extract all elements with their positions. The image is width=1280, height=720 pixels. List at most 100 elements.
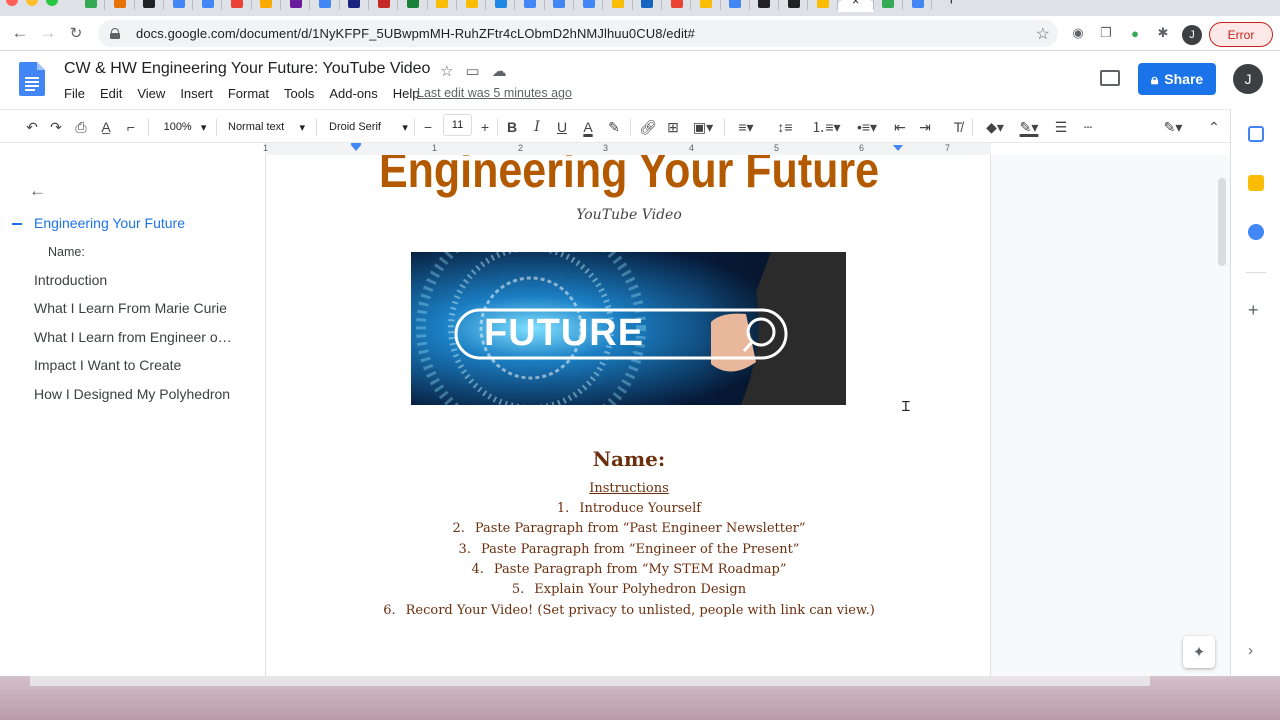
menu-insert[interactable]: Insert [180, 86, 213, 101]
document-subtitle[interactable]: YouTube Video [266, 207, 990, 223]
instruction-step[interactable]: 2. Paste Paragraph from “Past Engineer Ne… [266, 521, 990, 536]
collapse-menus-icon[interactable]: ⌃ [1206, 117, 1222, 137]
document-title[interactable]: CW & HW Engineering Your Future: YouTube… [64, 60, 430, 78]
browser-tab[interactable] [252, 0, 282, 12]
forward-arrow-icon[interactable]: → [34, 19, 62, 47]
print-icon[interactable]: ⎙ [73, 117, 89, 137]
menu-addons[interactable]: Add-ons [329, 86, 377, 101]
close-window-button[interactable] [6, 0, 18, 6]
browser-tab[interactable] [662, 0, 692, 12]
active-browser-tab[interactable]: × [837, 0, 874, 12]
document-heading[interactable]: Engineering Your Future [317, 155, 941, 199]
border-dash-icon[interactable]: ┄ [1079, 117, 1097, 137]
text-color-icon[interactable]: A [580, 117, 596, 137]
extension-green-icon[interactable]: ● [1126, 24, 1144, 42]
browser-tab[interactable] [340, 0, 370, 12]
future-image[interactable]: FUTURE [411, 252, 846, 405]
cloud-status-icon[interactable]: ☁ [492, 62, 507, 80]
zoom-window-button[interactable] [46, 0, 58, 6]
menu-view[interactable]: View [137, 86, 165, 101]
instructions-title[interactable]: Instructions [266, 481, 990, 496]
insert-comment-icon[interactable]: ⊞ [665, 117, 681, 137]
editing-mode-icon[interactable]: ✎▾ [1160, 117, 1186, 137]
undo-icon[interactable]: ↶ [24, 117, 40, 137]
browser-tab[interactable] [310, 0, 340, 12]
browser-profile-avatar[interactable]: J [1182, 25, 1202, 45]
horizontal-ruler[interactable]: 1 1 2 3 4 5 6 7 [263, 143, 991, 155]
numbered-list-icon[interactable]: ⒈≡▾ [810, 117, 842, 137]
outline-item-impact[interactable]: Impact I Want to Create [34, 357, 181, 373]
account-avatar[interactable]: J [1233, 64, 1263, 94]
spellcheck-icon[interactable]: A̲ [98, 117, 114, 137]
instruction-step[interactable]: 4. Paste Paragraph from “My STEM Roadmap” [266, 562, 990, 577]
browser-tab[interactable] [515, 0, 546, 12]
calendar-icon[interactable] [1248, 126, 1264, 142]
browser-tab[interactable] [281, 0, 311, 12]
increase-font-size-button[interactable]: + [478, 117, 492, 137]
extension-layers-icon[interactable]: ❐ [1097, 24, 1115, 42]
extension-circle-icon[interactable]: ◉ [1069, 24, 1087, 42]
browser-tab[interactable] [135, 0, 165, 12]
comment-history-icon[interactable] [1100, 70, 1120, 86]
menu-tools[interactable]: Tools [284, 86, 314, 101]
browser-tab[interactable] [222, 0, 253, 12]
close-tab-icon[interactable]: × [852, 0, 860, 12]
menu-format[interactable]: Format [228, 86, 269, 101]
document-page[interactable]: Engineering Your Future YouTube Video FU… [265, 155, 991, 676]
instruction-step[interactable]: 5. Explain Your Polyhedron Design [266, 582, 990, 597]
align-icon[interactable]: ≡▾ [733, 117, 759, 137]
instruction-step[interactable]: 3. Paste Paragraph from “Engineer of the … [266, 542, 990, 557]
back-arrow-icon[interactable]: ← [6, 19, 34, 47]
font-size-input[interactable]: 11 [443, 114, 472, 136]
browser-tab[interactable] [193, 0, 223, 12]
browser-tab[interactable] [603, 0, 633, 12]
browser-tab[interactable] [808, 0, 839, 12]
underline-icon[interactable]: U [554, 117, 570, 137]
paint-format-icon[interactable]: ⌐ [123, 117, 139, 137]
browser-tab[interactable] [721, 0, 751, 12]
outline-item-marie-curie[interactable]: What I Learn From Marie Curie [34, 300, 227, 316]
border-width-icon[interactable]: ☰ [1052, 117, 1070, 137]
outline-item-engineering-your-future[interactable]: Engineering Your Future [34, 215, 185, 231]
menu-help[interactable]: Help [393, 86, 420, 101]
browser-tab[interactable] [105, 0, 135, 12]
bold-icon[interactable]: B [504, 117, 520, 137]
menu-edit[interactable]: Edit [100, 86, 122, 101]
browser-tab[interactable] [545, 0, 575, 12]
outline-item-engineer-present[interactable]: What I Learn from Engineer o… [34, 329, 232, 345]
menu-file[interactable]: File [64, 86, 85, 101]
explore-icon[interactable]: ✦ [1183, 636, 1215, 668]
new-tab-button[interactable]: + [946, 0, 956, 8]
style-select[interactable]: Normal text ▾ [228, 117, 310, 137]
instruction-step[interactable]: 6. Record Your Video! (Set privacy to unl… [266, 603, 990, 618]
decrease-indent-icon[interactable]: ⇤ [891, 117, 909, 137]
clear-formatting-icon[interactable]: T̸ [949, 117, 967, 137]
fill-color-icon[interactable]: ◆▾ [981, 117, 1009, 137]
minimize-window-button[interactable] [26, 0, 38, 6]
tasks-icon[interactable] [1248, 224, 1264, 240]
browser-tab[interactable] [750, 0, 780, 12]
last-edit-link[interactable]: Last edit was 5 minutes ago [417, 86, 572, 100]
share-button[interactable]: 🔒︎ Share [1138, 63, 1216, 95]
zoom-select[interactable]: 100% ▾ [160, 117, 210, 137]
italic-icon[interactable]: I [529, 117, 545, 137]
document-canvas[interactable]: Engineering Your Future YouTube Video FU… [265, 155, 1230, 676]
omnibox[interactable]: docs.google.com/document/d/1NyKFPF_5UBwp… [98, 20, 1058, 47]
document-scrollbar[interactable] [1218, 178, 1226, 266]
border-color-icon[interactable]: ✎▾ [1015, 117, 1043, 137]
increase-indent-icon[interactable]: ⇥ [916, 117, 934, 137]
show-side-panel-chevron-icon[interactable]: › [1248, 642, 1253, 659]
browser-tab[interactable] [874, 0, 904, 12]
reload-icon[interactable]: ↻ [62, 19, 90, 47]
extensions-puzzle-icon[interactable]: ✱ [1154, 24, 1172, 42]
outline-item-polyhedron[interactable]: How I Designed My Polyhedron [34, 386, 230, 402]
close-outline-arrow-icon[interactable]: ← [29, 181, 46, 201]
browser-tab[interactable] [633, 0, 663, 12]
browser-tab[interactable] [691, 0, 721, 12]
line-spacing-icon[interactable]: ↕≡ [776, 117, 794, 137]
docs-logo-icon[interactable] [19, 62, 45, 96]
browser-tab[interactable] [574, 0, 604, 12]
browser-tab[interactable] [398, 0, 428, 12]
browser-error-button[interactable]: Error [1209, 22, 1273, 47]
browser-tab[interactable] [903, 0, 933, 12]
